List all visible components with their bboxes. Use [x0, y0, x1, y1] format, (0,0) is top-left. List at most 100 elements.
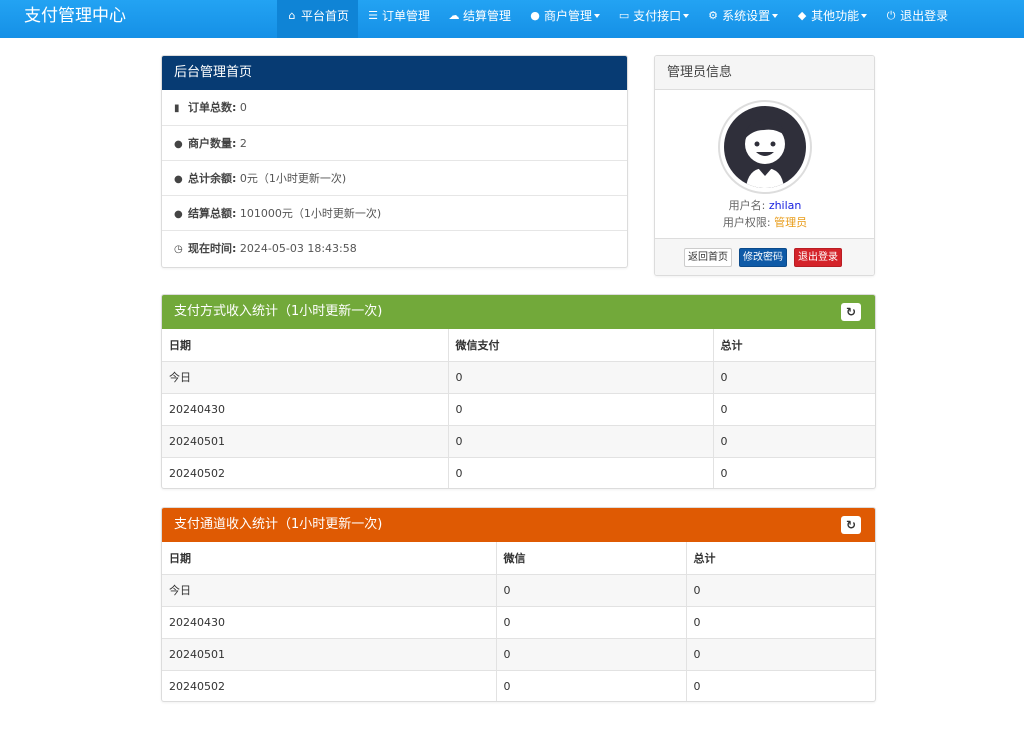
nav-system-settings[interactable]: ⚙ 系统设置 [698, 0, 787, 38]
order-count-row: ▮ 订单总数: 0 [162, 90, 627, 125]
table-header-row: 日期 微信 总计 [162, 542, 875, 574]
row-label: 结算总额: [188, 207, 237, 220]
cell-total: 0 [713, 456, 875, 488]
brand-title[interactable]: 支付管理中心 [24, 0, 126, 38]
main-nav: ⌂ 平台首页 ☰ 订单管理 ☁ 结算管理 ● 商户管理 ▭ 支付接口 ⚙ 系统设… [277, 0, 957, 38]
table-row: 20240501 0 0 [162, 637, 875, 670]
row-value: 101000元（1小时更新一次) [239, 207, 382, 220]
table-row: 20240430 0 0 [162, 392, 875, 425]
role-label: 用户权限: [722, 216, 771, 229]
username-label: 用户名: [728, 199, 766, 212]
cell-date: 20240502 [162, 669, 497, 701]
cell-date: 今日 [162, 573, 497, 606]
header-wechat-pay: 微信支付 [448, 329, 714, 361]
caret-down-icon [594, 14, 601, 18]
drop-icon: ● [174, 209, 183, 220]
role-line: 用户权限: 管理员 [655, 214, 874, 230]
nav-payment-interface[interactable]: ▭ 支付接口 [609, 0, 698, 38]
cell-date: 20240502 [162, 456, 449, 488]
avatar [718, 100, 812, 194]
nav-platform-home[interactable]: ⌂ 平台首页 [277, 0, 359, 38]
change-password-button[interactable]: 修改密码 [739, 248, 787, 267]
refresh-icon[interactable]: ↻ [841, 516, 861, 534]
cell-date: 20240501 [162, 424, 449, 457]
pay-method-stats-panel: 支付方式收入统计（1小时更新一次) ↻ 日期 微信支付 总计 今日 0 0 20… [161, 294, 876, 489]
cell-wechat: 0 [496, 669, 687, 701]
table-row: 20240502 0 0 [162, 669, 875, 701]
settlement-total-row: ● 结算总额: 101000元（1小时更新一次) [162, 195, 627, 230]
username-value: zhilan [768, 199, 802, 212]
table-row: 20240502 0 0 [162, 456, 875, 488]
table-row: 今日 0 0 [162, 573, 875, 606]
row-value: 0元（1小时更新一次) [239, 172, 347, 185]
nav-order-management[interactable]: ☰ 订单管理 [358, 0, 439, 38]
channel-stats-table: 日期 微信 总计 今日 0 0 20240430 0 0 20240501 0 … [162, 542, 875, 701]
channel-stats-title: 支付通道收入统计（1小时更新一次) ↻ [162, 508, 875, 542]
user-icon: ● [530, 9, 540, 22]
power-icon: ⏻ [886, 9, 896, 22]
cell-date: 20240430 [162, 392, 449, 425]
cell-total: 0 [713, 424, 875, 457]
caret-down-icon [683, 14, 690, 18]
nav-logout[interactable]: ⏻ 退出登录 [876, 0, 957, 38]
credit-card-icon: ▭ [618, 9, 630, 22]
refresh-icon[interactable]: ↻ [841, 303, 861, 321]
cube-icon: ◆ [797, 9, 807, 22]
cell-wechat: 0 [448, 360, 714, 393]
nav-label: 退出登录 [900, 9, 949, 23]
header-date: 日期 [162, 329, 449, 361]
header-date: 日期 [162, 542, 497, 574]
cell-total: 0 [713, 360, 875, 393]
table-row: 今日 0 0 [162, 360, 875, 393]
cell-total: 0 [686, 669, 875, 701]
drop-icon: ● [174, 174, 183, 185]
nav-label: 商户管理 [544, 9, 593, 23]
panel-title-text: 支付方式收入统计（1小时更新一次) [174, 304, 383, 319]
total-balance-row: ● 总计余额: 0元（1小时更新一次) [162, 160, 627, 195]
row-label: 商户数量: [188, 137, 237, 150]
back-home-button[interactable]: 返回首页 [684, 248, 732, 267]
clock-icon: ◷ [174, 244, 183, 255]
row-label: 订单总数: [188, 101, 237, 114]
cell-date: 今日 [162, 360, 449, 393]
caret-down-icon [861, 14, 868, 18]
cell-wechat: 0 [448, 424, 714, 457]
cell-date: 20240501 [162, 637, 497, 670]
admin-actions: 返回首页 修改密码 退出登录 [655, 238, 874, 275]
cell-wechat: 0 [496, 637, 687, 670]
nav-label: 结算管理 [463, 9, 512, 23]
cell-wechat: 0 [448, 456, 714, 488]
username-line: 用户名: zhilan [655, 197, 874, 213]
nav-label: 支付接口 [633, 9, 682, 23]
admin-info-panel: 管理员信息 用户名: zhilan 用户权限: 管理员 返回首页 修改密码 退出… [654, 55, 875, 276]
cell-wechat: 0 [496, 605, 687, 638]
nav-settlement-management[interactable]: ☁ 结算管理 [439, 0, 520, 38]
logout-button[interactable]: 退出登录 [794, 248, 842, 267]
bar-chart-icon: ▮ [174, 103, 180, 114]
nav-other-functions[interactable]: ◆ 其他功能 [787, 0, 876, 38]
overview-panel: 后台管理首页 ▮ 订单总数: 0 ● 商户数量: 2 ● 总计余额: 0元（1小时更新… [161, 55, 628, 268]
current-time-row: ◷ 现在时间: 2024-05-03 18:43:58 [162, 230, 627, 265]
role-value: 管理员 [774, 216, 808, 229]
home-icon: ⌂ [288, 9, 296, 22]
pay-method-stats-title: 支付方式收入统计（1小时更新一次) ↻ [162, 295, 875, 329]
nav-label: 平台首页 [301, 9, 350, 23]
nav-label: 其他功能 [811, 9, 860, 23]
channel-stats-panel: 支付通道收入统计（1小时更新一次) ↻ 日期 微信 总计 今日 0 0 2024… [161, 507, 876, 702]
nav-label: 系统设置 [722, 9, 771, 23]
table-header-row: 日期 微信支付 总计 [162, 329, 875, 361]
cell-date: 20240430 [162, 605, 497, 638]
admin-info-title: 管理员信息 [655, 56, 874, 90]
nav-merchant-management[interactable]: ● 商户管理 [520, 0, 609, 38]
cloud-icon: ☁ [448, 9, 460, 22]
cell-wechat: 0 [448, 392, 714, 425]
list-icon: ☰ [368, 9, 378, 22]
header-total: 总计 [693, 551, 716, 565]
pay-method-stats-table: 日期 微信支付 总计 今日 0 0 20240430 0 0 20240501 … [162, 329, 875, 488]
top-navbar: 支付管理中心 ⌂ 平台首页 ☰ 订单管理 ☁ 结算管理 ● 商户管理 ▭ 支付接… [0, 0, 1024, 38]
nav-label: 订单管理 [382, 9, 431, 23]
merchant-count-row: ● 商户数量: 2 [162, 125, 627, 160]
gear-icon: ⚙ [708, 9, 719, 22]
panel-title-text: 支付通道收入统计（1小时更新一次) [174, 517, 383, 532]
caret-down-icon [772, 14, 779, 18]
